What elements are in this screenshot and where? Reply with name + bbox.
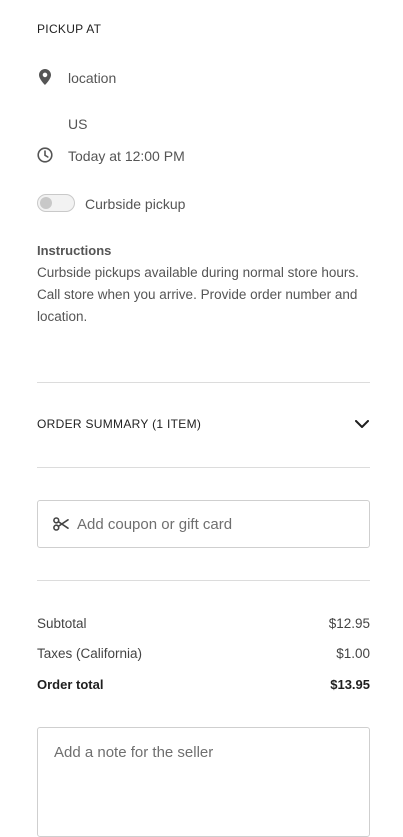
curbside-toggle[interactable] bbox=[37, 194, 75, 212]
tax-value: $1.00 bbox=[336, 646, 370, 661]
order-summary-label: ORDER SUMMARY (1 ITEM) bbox=[37, 417, 202, 431]
tax-label: Taxes (California) bbox=[37, 646, 143, 661]
subtotal-line: Subtotal $12.95 bbox=[37, 616, 370, 631]
order-total-line: Order total $13.95 bbox=[37, 677, 370, 692]
instructions-title: Instructions bbox=[37, 243, 112, 258]
divider bbox=[37, 382, 370, 383]
scissors-icon bbox=[53, 517, 69, 531]
curbside-label: Curbside pickup bbox=[85, 196, 186, 212]
order-total-value: $13.95 bbox=[330, 677, 370, 692]
seller-note-placeholder: Add a note for the seller bbox=[54, 744, 214, 761]
order-total-label: Order total bbox=[37, 677, 104, 692]
pickup-time-row bbox=[37, 147, 53, 163]
instructions-body: Curbside pickups available during normal… bbox=[37, 265, 359, 324]
subtotal-value: $12.95 bbox=[328, 616, 370, 631]
pickup-time: Today at 12:00 PM bbox=[68, 148, 185, 164]
pickup-location: location bbox=[68, 70, 117, 86]
toggle-knob bbox=[40, 197, 52, 209]
tax-line: Taxes (California) $1.00 bbox=[37, 646, 370, 661]
pickup-location-row bbox=[37, 69, 53, 85]
pickup-country: US bbox=[68, 116, 88, 132]
order-summary-toggle[interactable]: ORDER SUMMARY (1 ITEM) bbox=[37, 408, 370, 440]
divider bbox=[37, 467, 370, 468]
seller-note-textarea[interactable]: Add a note for the seller bbox=[37, 727, 370, 837]
subtotal-label: Subtotal bbox=[37, 616, 87, 631]
pickup-section-title: PICKUP AT bbox=[37, 22, 102, 36]
location-pin-icon bbox=[37, 69, 53, 85]
chevron-down-icon bbox=[355, 419, 369, 429]
divider bbox=[37, 580, 370, 581]
coupon-input[interactable]: Add coupon or gift card bbox=[37, 500, 370, 548]
coupon-placeholder: Add coupon or gift card bbox=[77, 515, 233, 533]
clock-icon bbox=[37, 147, 53, 163]
